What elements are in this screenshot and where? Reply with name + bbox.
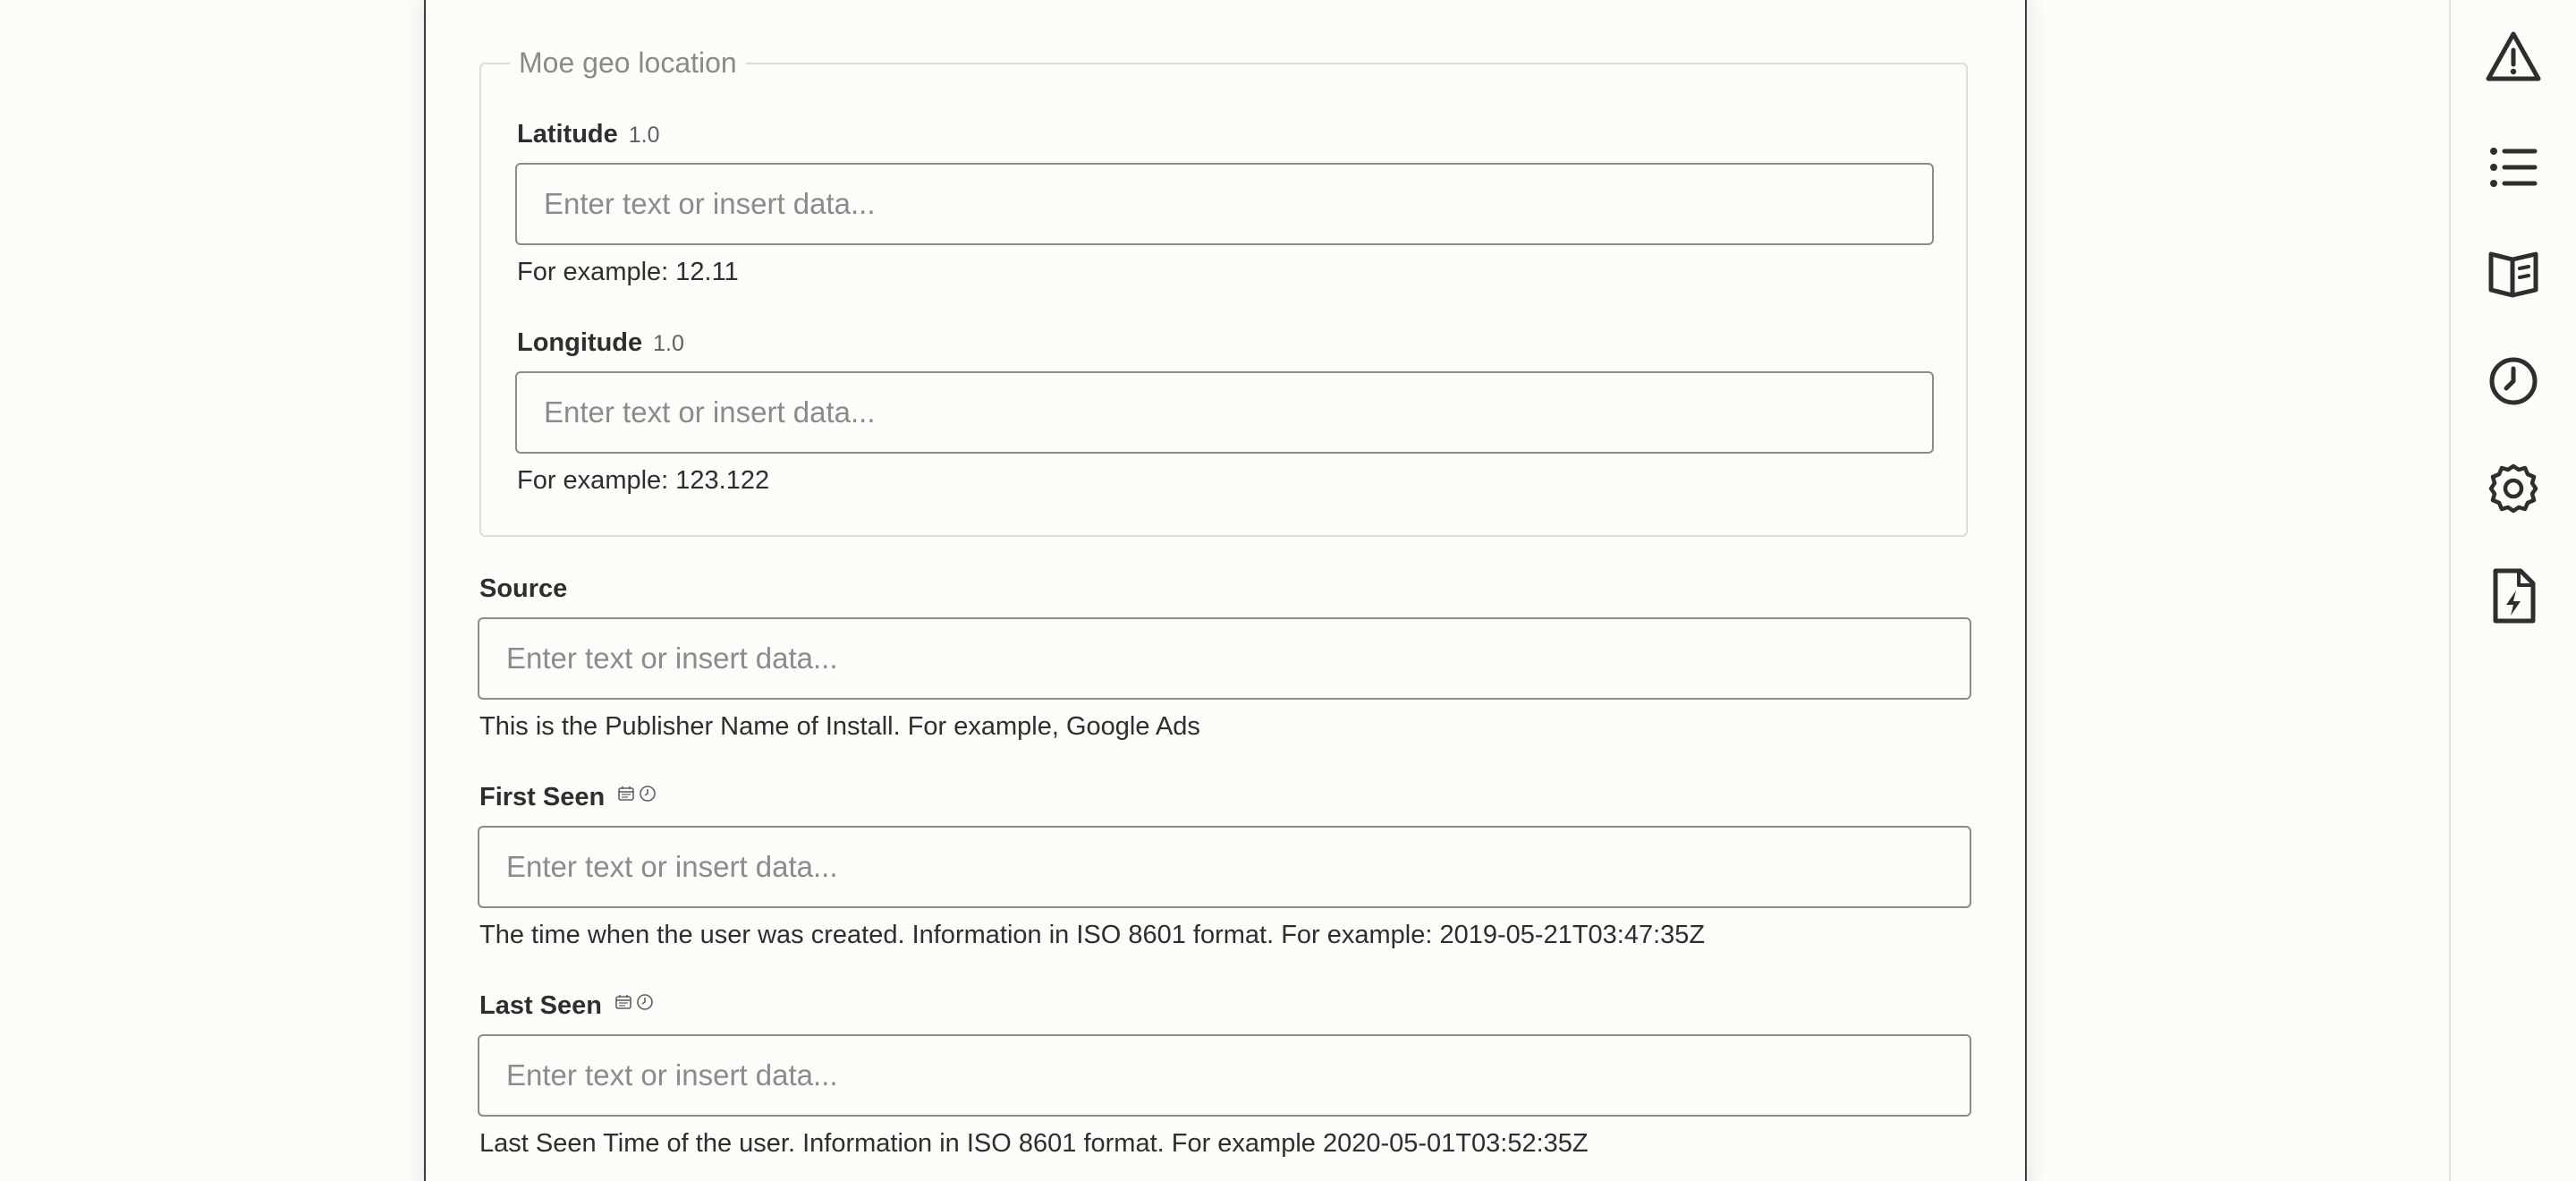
first-seen-placeholder: Enter text or insert data... — [506, 850, 838, 883]
settings-gear-icon — [2488, 463, 2538, 514]
calendar-icon — [618, 786, 635, 801]
geo-location-legend: Moe geo location — [510, 43, 746, 82]
last-seen-type-icons — [614, 993, 654, 1011]
zap-file-icon — [2493, 568, 2536, 624]
latitude-placeholder: Enter text or insert data... — [544, 187, 876, 220]
book-icon — [2488, 251, 2538, 298]
last-seen-input[interactable]: Enter text or insert data... — [478, 1034, 1971, 1117]
last-seen-placeholder: Enter text or insert data... — [506, 1058, 838, 1092]
list-button[interactable] — [2483, 137, 2544, 198]
first-seen-label-row: First Seen — [479, 783, 657, 819]
history-clock-icon — [2489, 357, 2538, 405]
longitude-label-row: Longitude 1.0 — [517, 328, 684, 364]
zap-details-button[interactable] — [2483, 565, 2544, 626]
source-label: Source — [479, 574, 568, 603]
app-canvas: Moe geo location Latitude 1.0 Enter text… — [0, 0, 2576, 1181]
source-help: This is the Publisher Name of Install. F… — [479, 712, 1200, 741]
longitude-input[interactable]: Enter text or insert data... — [515, 371, 1934, 454]
list-icon — [2490, 148, 2538, 187]
source-input[interactable]: Enter text or insert data... — [478, 617, 1971, 700]
clock-icon — [637, 994, 653, 1010]
longitude-label: Longitude — [517, 328, 643, 357]
first-seen-help: The time when the user was created. Info… — [479, 921, 1706, 949]
last-seen-label: Last Seen — [479, 991, 602, 1020]
source-placeholder: Enter text or insert data... — [506, 641, 838, 675]
last-seen-label-row: Last Seen — [479, 991, 654, 1027]
source-label-row: Source — [479, 574, 567, 610]
longitude-help: For example: 123.122 — [517, 466, 770, 495]
history-button[interactable] — [2483, 351, 2544, 412]
first-seen-label: First Seen — [479, 783, 606, 811]
settings-button[interactable] — [2483, 458, 2544, 519]
last-seen-help: Last Seen Time of the user. Information … — [479, 1129, 1589, 1158]
calendar-icon — [615, 995, 631, 1009]
warning-icon — [2486, 31, 2541, 81]
latitude-help: For example: 12.11 — [517, 258, 739, 286]
latitude-version: 1.0 — [628, 123, 660, 148]
warning-button[interactable] — [2483, 27, 2544, 88]
guide-button[interactable] — [2483, 242, 2544, 303]
latitude-label: Latitude — [517, 120, 618, 149]
first-seen-input[interactable]: Enter text or insert data... — [478, 826, 1971, 908]
longitude-version: 1.0 — [653, 331, 684, 356]
longitude-placeholder: Enter text or insert data... — [544, 395, 876, 429]
latitude-label-row: Latitude 1.0 — [517, 120, 660, 156]
latitude-input[interactable]: Enter text or insert data... — [515, 163, 1934, 245]
clock-icon — [640, 786, 657, 802]
first-seen-type-icons — [617, 785, 657, 803]
